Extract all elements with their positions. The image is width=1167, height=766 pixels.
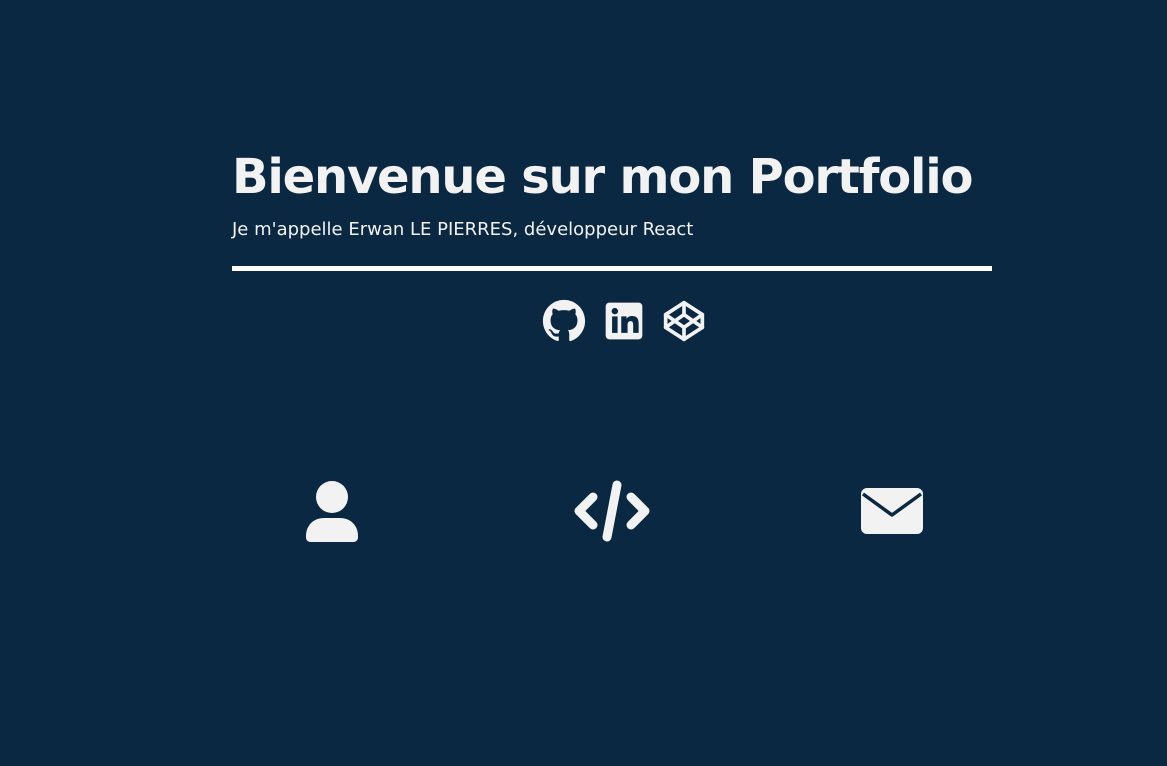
code-icon <box>574 480 650 542</box>
portfolio-page: Bienvenue sur mon Portfolio Je m'appelle… <box>0 0 1167 766</box>
linkedin-link[interactable] <box>602 299 646 343</box>
hero-header: Bienvenue sur mon Portfolio Je m'appelle… <box>232 146 992 244</box>
about-card[interactable] <box>222 426 442 596</box>
projects-card[interactable] <box>502 426 722 596</box>
codepen-link[interactable] <box>662 299 706 343</box>
section-cards <box>222 426 1002 596</box>
github-link[interactable] <box>542 299 586 343</box>
codepen-icon <box>663 300 705 342</box>
github-icon <box>542 299 586 342</box>
linkedin-icon <box>605 302 643 340</box>
contact-card[interactable] <box>782 426 1002 596</box>
page-title: Bienvenue sur mon Portfolio <box>232 149 974 205</box>
envelope-icon <box>861 488 923 534</box>
social-links <box>542 299 706 343</box>
user-icon <box>306 481 358 542</box>
page-subtitle: Je m'appelle Erwan LE PIERRES, développe… <box>232 219 694 240</box>
header-divider <box>232 266 992 271</box>
